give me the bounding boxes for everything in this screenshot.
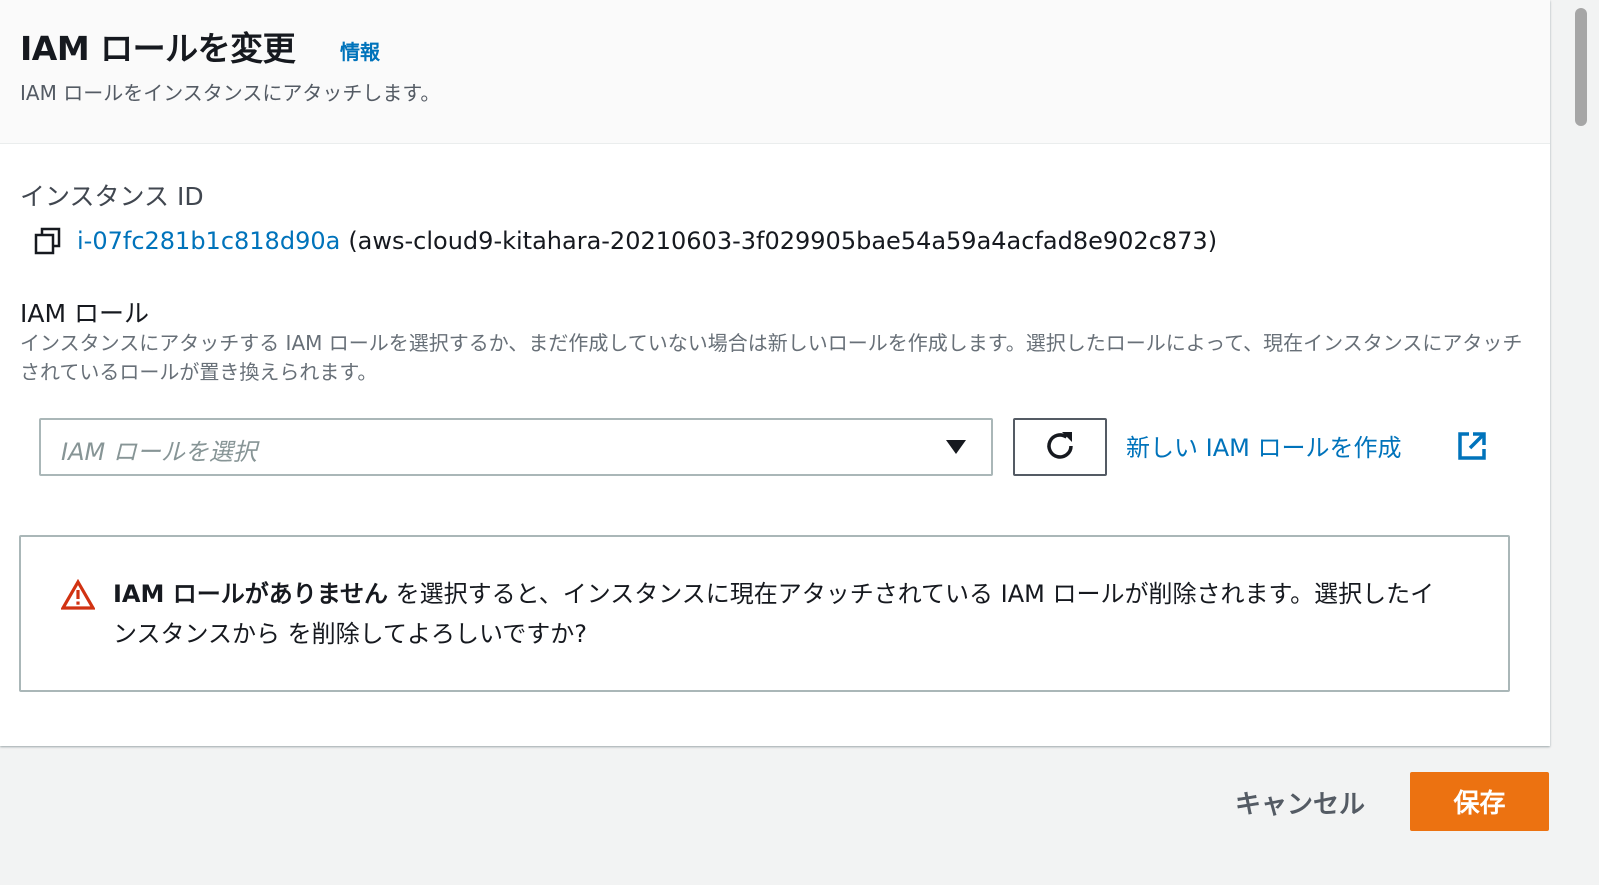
- warning-alert: IAM ロールがありません を選択すると、インスタンスに現在アタッチされている …: [19, 535, 1510, 692]
- refresh-icon: [1042, 428, 1078, 467]
- info-link[interactable]: 情報: [340, 36, 380, 65]
- save-button[interactable]: 保存: [1410, 772, 1549, 831]
- copy-icon[interactable]: [33, 226, 63, 256]
- iam-role-description: インスタンスにアタッチする IAM ロールを選択するか、まだ作成していない場合は…: [20, 331, 1523, 384]
- caret-down-icon: [945, 438, 967, 456]
- refresh-button[interactable]: [1013, 418, 1107, 476]
- modal-header: IAM ロールを変更 情報 IAM ロールをインスタンスにアタッチします。: [0, 0, 1550, 144]
- cancel-button[interactable]: キャンセル: [1215, 773, 1385, 831]
- external-link-icon[interactable]: [1456, 430, 1488, 462]
- instance-id-label: インスタンス ID: [20, 182, 204, 211]
- create-iam-role-link[interactable]: 新しい IAM ロールを作成: [1126, 428, 1401, 463]
- iam-role-label: IAM ロール: [20, 299, 149, 328]
- instance-id-row: i-07fc281b1c818d90a (aws-cloud9-kitahara…: [33, 225, 1217, 257]
- page-subtitle: IAM ロールをインスタンスにアタッチします。: [20, 81, 441, 105]
- warning-icon: [60, 578, 96, 611]
- instance-id-link[interactable]: i-07fc281b1c818d90a: [77, 227, 340, 255]
- page-title: IAM ロールを変更: [20, 29, 296, 68]
- scrollbar-thumb[interactable]: [1575, 8, 1587, 126]
- iam-role-select[interactable]: IAM ロールを選択: [39, 418, 993, 476]
- iam-role-select-placeholder: IAM ロールを選択: [61, 438, 257, 466]
- warning-message-strong: IAM ロールがありません: [113, 580, 389, 608]
- instance-name: (aws-cloud9-kitahara-20210603-3f029905ba…: [348, 227, 1218, 255]
- warning-message: IAM ロールがありません を選択すると、インスタンスに現在アタッチされている …: [113, 574, 1443, 654]
- modal-panel: IAM ロールを変更 情報 IAM ロールをインスタンスにアタッチします。 イン…: [0, 0, 1550, 746]
